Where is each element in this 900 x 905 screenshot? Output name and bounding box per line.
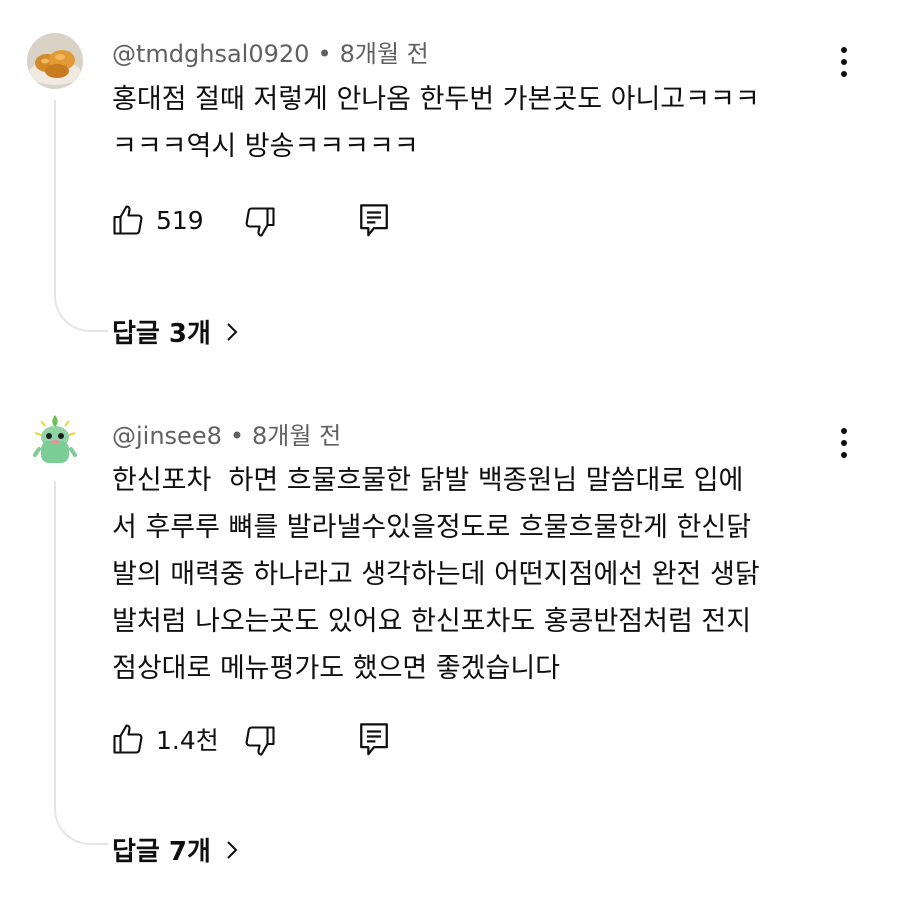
reply-icon — [360, 723, 388, 756]
thread-line — [54, 100, 108, 332]
replies-label: 답글 3개 — [112, 319, 211, 349]
comment-text: 홍대점 절때 저렇게 안나옴 한두번 가본곳도 아니고ㅋㅋㅋ ㅋㅋㅋ역시 방송ㅋ… — [112, 84, 760, 162]
comment-actions: 519 — [110, 198, 388, 242]
comment-thread: @jinsee8 • 8개월 전 한신포차 하면 흐물흐물한 닭발 백종원님 말씀대… — [0, 395, 900, 905]
thumbs-up-icon — [113, 724, 143, 754]
view-replies-button[interactable]: 답글 7개 — [112, 831, 239, 868]
thread-line — [54, 481, 108, 845]
dislike-button[interactable] — [242, 204, 278, 244]
comment-header: @jinsee8 • 8개월 전 — [112, 416, 341, 451]
like-count: 1.4천 — [156, 726, 219, 755]
chevron-right-icon — [227, 322, 238, 341]
comment-thread: @tmdghsal0920 • 8개월 전 홍대점 절때 저렇게 안나옴 한두번 가… — [0, 0, 900, 380]
comment-header: @tmdghsal0920 • 8개월 전 — [112, 34, 429, 69]
replies-label: 답글 7개 — [112, 837, 211, 867]
thumbs-down-icon — [245, 726, 275, 756]
reply-button[interactable] — [357, 202, 391, 244]
view-replies-button[interactable]: 답글 3개 — [112, 313, 239, 350]
comment-text: 한신포차 하면 흐물흐물한 닭발 백종원님 말씀대로 입에 서 후루루 뼈를 발… — [112, 465, 760, 684]
separator-dot: • — [317, 40, 332, 68]
comment-actions: 1.4천 — [110, 717, 388, 761]
dislike-button[interactable] — [242, 723, 278, 763]
reply-icon — [360, 204, 388, 237]
like-button[interactable]: 1.4천 — [110, 721, 219, 757]
green-cartoon-avatar-icon — [27, 411, 83, 467]
reply-button[interactable] — [357, 721, 391, 763]
separator-dot: • — [229, 422, 245, 450]
thumbs-up-icon — [113, 205, 143, 235]
chevron-right-icon — [227, 840, 238, 859]
avatar[interactable] — [27, 411, 83, 467]
more-vert-icon[interactable] — [832, 425, 856, 461]
like-count: 519 — [156, 205, 204, 235]
author-name[interactable]: @jinsee8 — [112, 422, 222, 450]
author-name[interactable]: @tmdghsal0920 — [112, 40, 309, 68]
avatar[interactable] — [27, 33, 83, 89]
like-button[interactable]: 519 — [110, 202, 204, 238]
more-vert-icon[interactable] — [832, 44, 856, 80]
comment-time[interactable]: 8개월 전 — [252, 422, 341, 450]
thumbs-down-icon — [245, 207, 275, 237]
fried-chicken-avatar-icon — [27, 33, 83, 89]
comment-time[interactable]: 8개월 전 — [340, 40, 429, 68]
